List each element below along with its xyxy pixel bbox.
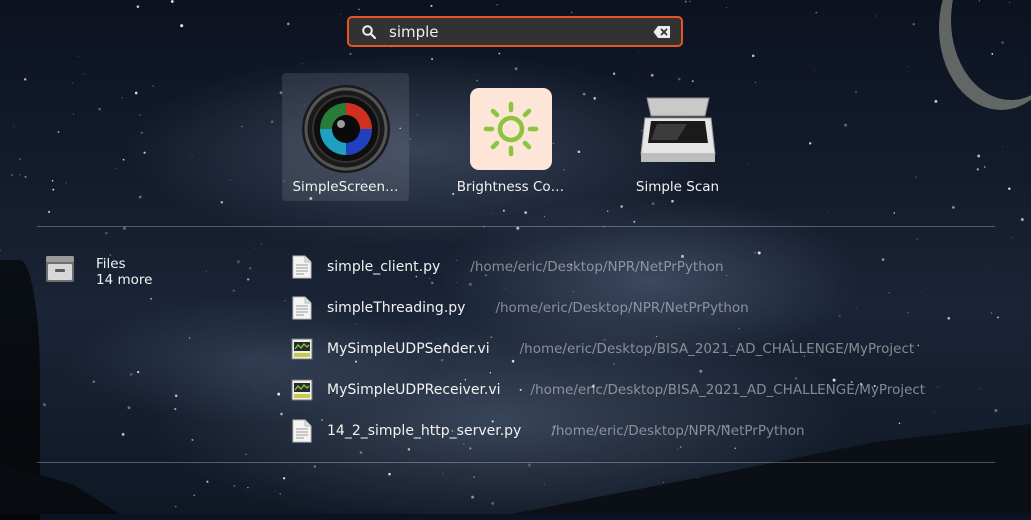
provider-name: Files xyxy=(96,256,126,272)
app-results: SimpleScreen… Brightness Co… Simple Scan xyxy=(0,73,1031,203)
provider-files[interactable]: Files 14 more xyxy=(44,253,152,288)
labview-vi-icon xyxy=(291,379,313,400)
file-path: /home/eric/Desktop/BISA_2021_AD_CHALLENG… xyxy=(530,381,926,398)
camera-lens-icon xyxy=(301,85,390,173)
provider-more-count[interactable]: 14 more xyxy=(96,272,152,288)
app-label: SimpleScreen… xyxy=(292,179,399,195)
file-result-row[interactable]: 14_2_simple_http_server.py /home/eric/De… xyxy=(290,410,925,451)
labview-vi-icon xyxy=(291,338,313,359)
text-file-icon xyxy=(292,255,312,278)
file-cabinet-icon xyxy=(46,256,74,282)
file-name: simpleThreading.py xyxy=(327,299,466,316)
ground-silhouette xyxy=(0,464,120,514)
file-name: 14_2_simple_http_server.py xyxy=(327,422,522,439)
brightness-sun-icon xyxy=(469,88,552,170)
file-path: /home/eric/Desktop/NPR/NetPrPython xyxy=(470,258,724,275)
scanner-icon xyxy=(639,97,716,162)
divider xyxy=(37,226,995,227)
file-result-row[interactable]: MySimpleUDPSender.vi /home/eric/Desktop/… xyxy=(290,328,925,369)
file-results: simple_client.py /home/eric/Desktop/NPR/… xyxy=(290,246,925,451)
file-path: /home/eric/Desktop/NPR/NetPrPython xyxy=(551,422,805,439)
search-input[interactable] xyxy=(389,22,653,41)
text-file-icon xyxy=(292,419,312,442)
search-icon xyxy=(362,24,377,39)
text-file-icon xyxy=(292,296,312,319)
app-simple-scan[interactable]: Simple Scan xyxy=(614,73,741,201)
file-name: MySimpleUDPSender.vi xyxy=(327,340,490,357)
file-result-row[interactable]: MySimpleUDPReceiver.vi /home/eric/Deskto… xyxy=(290,369,925,410)
clear-search-icon[interactable] xyxy=(653,25,671,39)
file-result-row[interactable]: simpleThreading.py /home/eric/Desktop/NP… xyxy=(290,287,925,328)
file-name: MySimpleUDPReceiver.vi xyxy=(327,381,501,398)
app-simplescreenrecorder[interactable]: SimpleScreen… xyxy=(282,73,409,201)
file-name: simple_client.py xyxy=(327,258,441,275)
file-path: /home/eric/Desktop/NPR/NetPrPython xyxy=(495,299,749,316)
file-result-row[interactable]: simple_client.py /home/eric/Desktop/NPR/… xyxy=(290,246,925,287)
app-label: Simple Scan xyxy=(635,179,720,195)
app-brightness-controller[interactable]: Brightness Co… xyxy=(447,73,574,201)
app-label: Brightness Co… xyxy=(456,179,565,195)
divider xyxy=(37,462,995,463)
search-field[interactable] xyxy=(347,16,683,47)
file-path: /home/eric/Desktop/BISA_2021_AD_CHALLENG… xyxy=(519,340,915,357)
